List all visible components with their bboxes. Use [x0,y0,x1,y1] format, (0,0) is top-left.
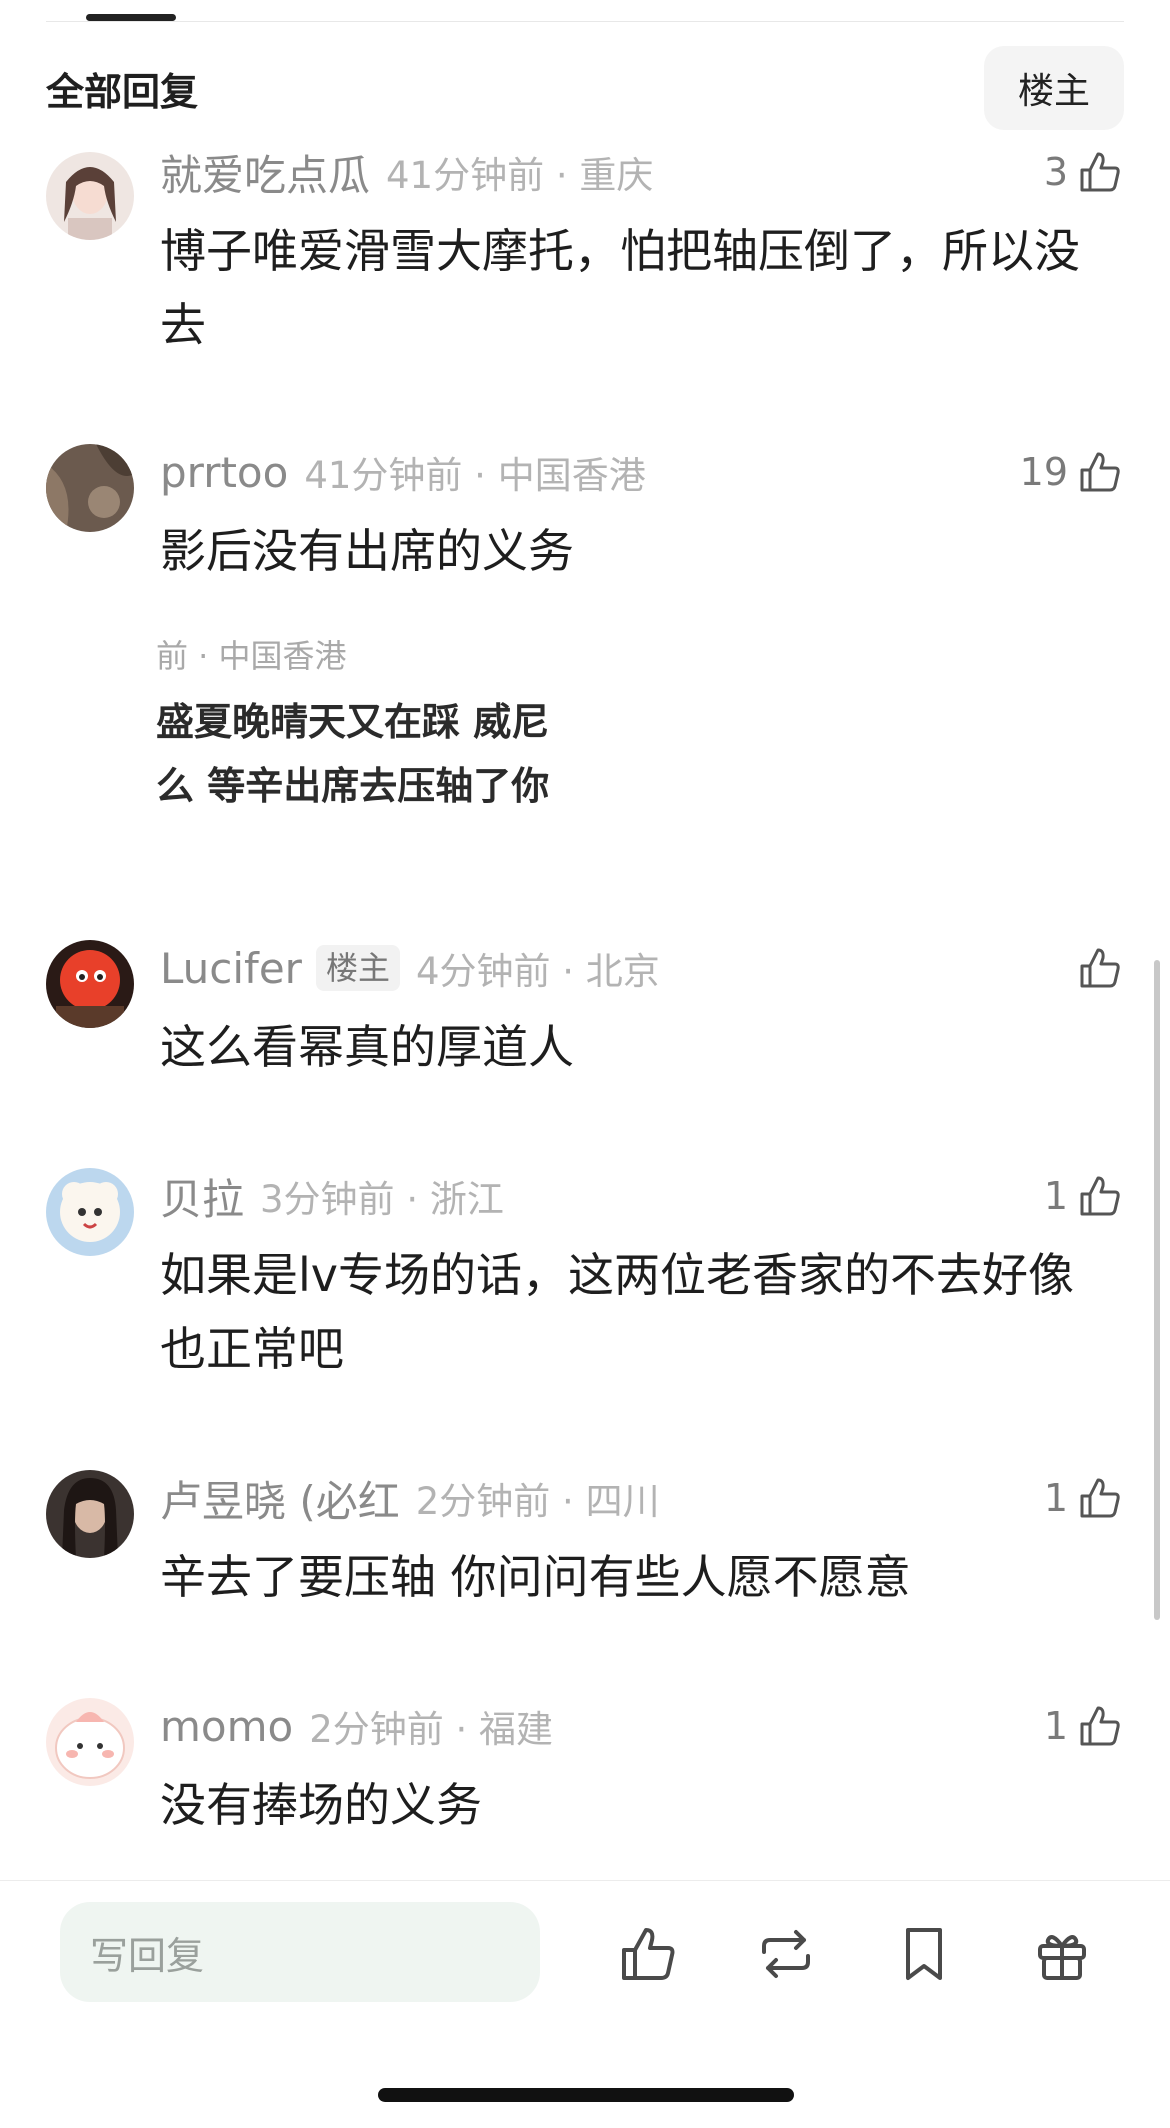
username[interactable]: 卢昱晓 (必红 [160,1468,400,1529]
time-location: 3分钟前 · 浙江 [260,1178,504,1221]
time-location: 41分钟前 · 中国香港 [304,454,646,497]
replies-header: 全部回复 楼主 [46,46,1124,130]
gift-icon[interactable] [1030,1922,1094,1986]
comment-meta: prrtoo 41分钟前 · 中国香港 [160,442,646,502]
section-title: 全部回复 [46,69,199,114]
comment-text: 这么看幂真的厚道人 [160,1020,574,1074]
thumbs-up-icon[interactable] [1076,448,1124,496]
like-button[interactable]: 19 [1020,442,1124,502]
username[interactable]: 就爱吃点瓜 [160,142,370,203]
home-indicator[interactable] [378,2088,794,2102]
thumbs-up-icon[interactable] [1076,1474,1124,1522]
tab-indicator [86,14,176,21]
username[interactable]: Lucifer [160,944,302,993]
comment-meta: Lucifer 楼主 4分钟前 · 北京 [160,938,660,998]
username[interactable]: prrtoo [160,448,288,497]
time-location: 41分钟前 · 重庆 [386,154,654,197]
quote-line: 盛夏晚晴天又在踩 威尼 [156,700,550,744]
like-count: 19 [1019,450,1068,494]
time-location: 4分钟前 · 北京 [415,950,660,993]
username[interactable]: momo [160,1702,293,1751]
comment-text: 博子唯爱滑雪大摩托，怕把轴压倒了，所以没去 [160,224,1080,352]
comment-meta: momo 2分钟前 · 福建 [160,1696,553,1756]
divider [46,21,1124,22]
repost-icon[interactable] [754,1922,818,1986]
comment-meta: 就爱吃点瓜 41分钟前 · 重庆 [160,142,653,202]
time-location: 2分钟前 · 福建 [309,1708,554,1751]
op-badge: 楼主 [315,945,400,991]
quote-line: 么 等辛出席去压轴了你 [156,764,550,808]
thumbs-up-icon[interactable] [616,1922,680,1986]
avatar[interactable] [46,940,134,1028]
comment-image[interactable]: 前 · 中国香港 盛夏晚晴天又在踩 威尼 么 等辛出席去压轴了你 [156,630,626,842]
like-button[interactable] [1076,938,1124,998]
like-button[interactable]: 3 [1044,142,1124,202]
like-count: 1 [1043,1174,1068,1218]
divider [0,1880,1170,1881]
thumbs-up-icon[interactable] [1076,1172,1124,1220]
comment-text: 影后没有出席的义务 [160,524,574,578]
comment-text: 如果是lv专场的话，这两位老香家的不去好像也正常吧 [160,1248,1075,1376]
thumbs-up-icon[interactable] [1076,1702,1124,1750]
comment-meta: 卢昱晓 (必红 2分钟前 · 四川 [160,1468,660,1528]
username[interactable]: 贝拉 [160,1166,244,1227]
thumbs-up-icon[interactable] [1076,148,1124,196]
avatar[interactable] [46,152,134,240]
like-count: 1 [1043,1704,1068,1748]
thumbs-up-icon[interactable] [1076,944,1124,992]
scrollbar[interactable] [1154,960,1160,1620]
time-location: 2分钟前 · 四川 [415,1480,660,1523]
avatar[interactable] [46,444,134,532]
like-count: 3 [1043,150,1068,194]
quote-meta: 前 · 中国香港 [156,637,347,675]
comment-text: 没有捧场的义务 [160,1778,482,1832]
like-button[interactable]: 1 [1044,1468,1124,1528]
comment-text: 辛去了要压轴 你问问有些人愿不愿意 [160,1550,911,1604]
avatar[interactable] [46,1470,134,1558]
like-count: 1 [1043,1476,1068,1520]
bookmark-icon[interactable] [892,1922,956,1986]
reply-input[interactable]: 写回复 [60,1902,540,2002]
avatar[interactable] [46,1698,134,1786]
comment-meta: 贝拉 3分钟前 · 浙江 [160,1166,504,1226]
like-button[interactable]: 1 [1044,1166,1124,1226]
like-button[interactable]: 1 [1044,1696,1124,1756]
op-only-filter-button[interactable]: 楼主 [984,46,1124,130]
avatar[interactable] [46,1168,134,1256]
